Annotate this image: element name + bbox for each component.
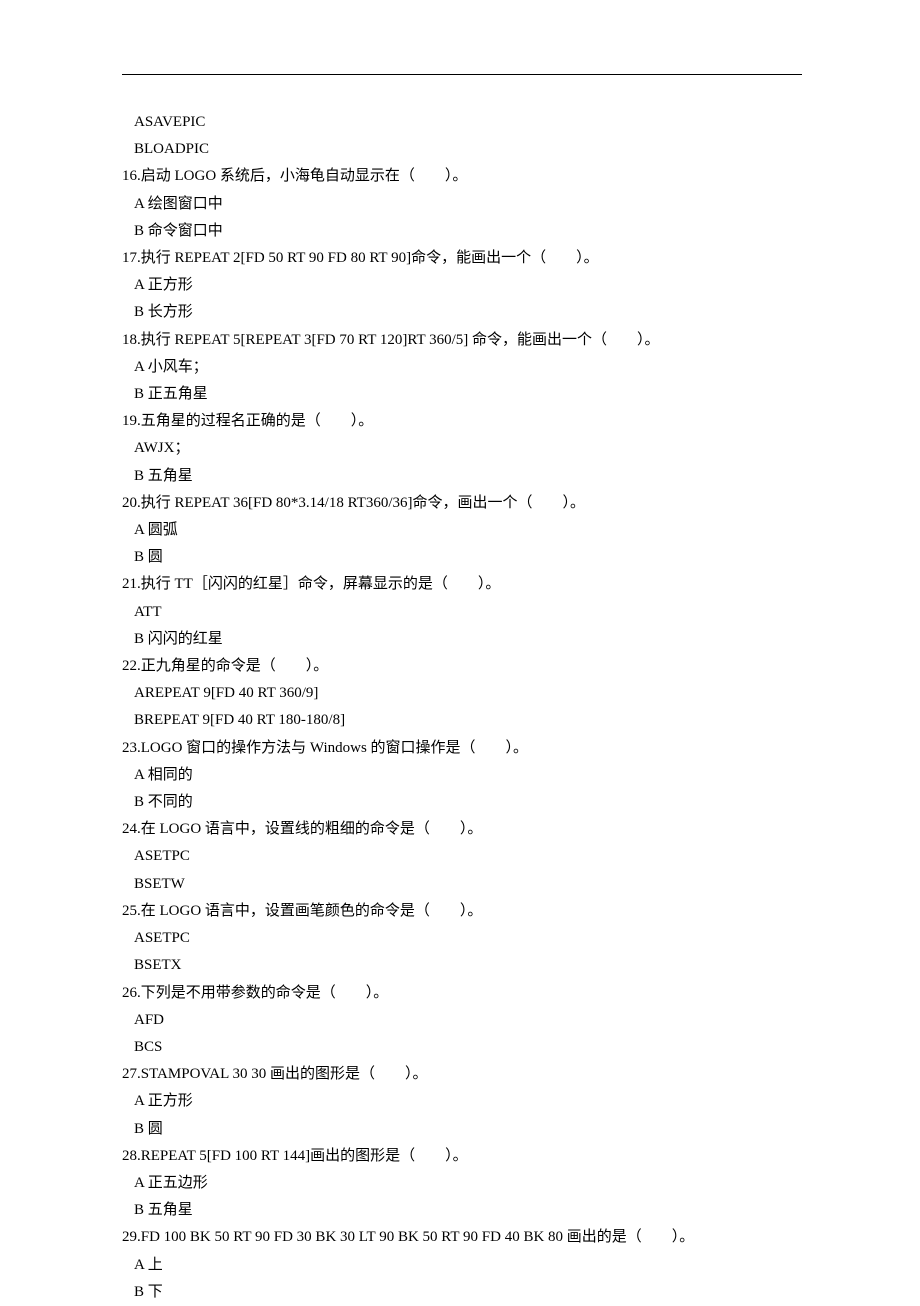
option-line: BCS	[122, 1034, 798, 1061]
option-line: A 正方形	[122, 272, 798, 299]
option-line: ASAVEPIC	[122, 109, 798, 136]
option-line: AWJX；	[122, 435, 798, 462]
option-line: ASETPC	[122, 925, 798, 952]
question-line: 29.FD 100 BK 50 RT 90 FD 30 BK 30 LT 90 …	[122, 1224, 798, 1251]
option-line: B 长方形	[122, 299, 798, 326]
option-line: B 不同的	[122, 789, 798, 816]
option-line: B 五角星	[122, 1197, 798, 1224]
horizontal-rule	[122, 74, 802, 75]
option-line: ATT	[122, 599, 798, 626]
question-line: 18.执行 REPEAT 5[REPEAT 3[FD 70 RT 120]RT …	[122, 327, 798, 354]
option-line: AREPEAT 9[FD 40 RT 360/9]	[122, 680, 798, 707]
option-line: A 正五边形	[122, 1170, 798, 1197]
option-line: A 相同的	[122, 762, 798, 789]
option-line: A 上	[122, 1252, 798, 1279]
question-line: 17.执行 REPEAT 2[FD 50 RT 90 FD 80 RT 90]命…	[122, 245, 798, 272]
question-line: 24.在 LOGO 语言中，设置线的粗细的命令是（ ）。	[122, 816, 798, 843]
option-line: BSETX	[122, 952, 798, 979]
question-line: 27.STAMPOVAL 30 30 画出的图形是（ ）。	[122, 1061, 798, 1088]
option-line: B 正五角星	[122, 381, 798, 408]
document-page: ASAVEPICBLOADPIC16.启动 LOGO 系统后，小海龟自动显示在（…	[0, 0, 920, 1306]
option-line: B 五角星	[122, 463, 798, 490]
question-line: 20.执行 REPEAT 36[FD 80*3.14/18 RT360/36]命…	[122, 490, 798, 517]
question-line: 22.正九角星的命令是（ ）。	[122, 653, 798, 680]
option-line: B 圆	[122, 1116, 798, 1143]
option-line: A 正方形	[122, 1088, 798, 1115]
option-line: BLOADPIC	[122, 136, 798, 163]
question-line: 26.下列是不用带参数的命令是（ ）。	[122, 980, 798, 1007]
option-line: A 圆弧	[122, 517, 798, 544]
option-line: ASETPC	[122, 843, 798, 870]
document-content: ASAVEPICBLOADPIC16.启动 LOGO 系统后，小海龟自动显示在（…	[122, 109, 798, 1306]
option-line: B 闪闪的红星	[122, 626, 798, 653]
option-line: AFD	[122, 1007, 798, 1034]
question-line: 16.启动 LOGO 系统后，小海龟自动显示在（ ）。	[122, 163, 798, 190]
option-line: A 绘图窗口中	[122, 191, 798, 218]
question-line: 23.LOGO 窗口的操作方法与 Windows 的窗口操作是（ ）。	[122, 735, 798, 762]
question-line: 19.五角星的过程名正确的是（ ）。	[122, 408, 798, 435]
option-line: BREPEAT 9[FD 40 RT 180-180/8]	[122, 707, 798, 734]
option-line: A 小风车；	[122, 354, 798, 381]
option-line: B 命令窗口中	[122, 218, 798, 245]
option-line: BSETW	[122, 871, 798, 898]
question-line: 21.执行 TT［闪闪的红星］命令，屏幕显示的是（ ）。	[122, 571, 798, 598]
question-line: 28.REPEAT 5[FD 100 RT 144]画出的图形是（ ）。	[122, 1143, 798, 1170]
option-line: B 圆	[122, 544, 798, 571]
question-line: 25.在 LOGO 语言中，设置画笔颜色的命令是（ ）。	[122, 898, 798, 925]
